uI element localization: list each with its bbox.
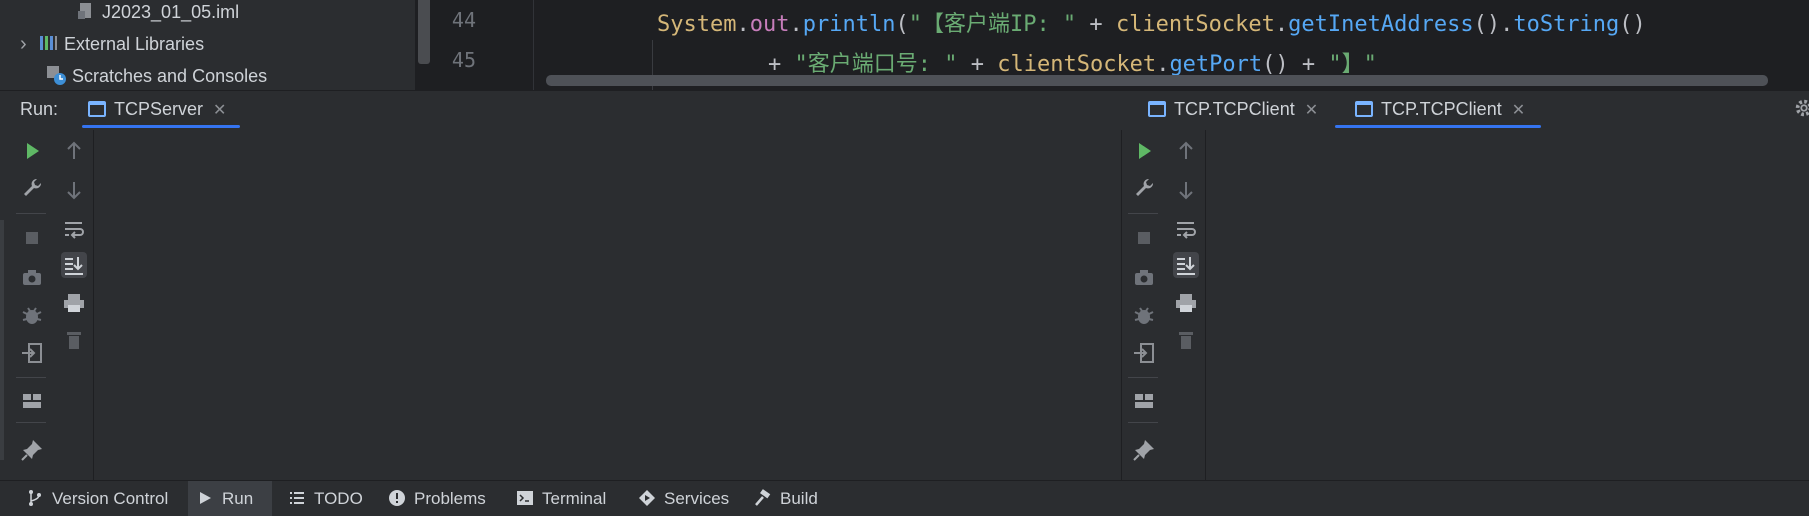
trash-icon[interactable] — [61, 327, 87, 353]
services-icon — [639, 490, 655, 506]
print-icon[interactable] — [1173, 290, 1199, 316]
build-hammer-icon — [755, 489, 771, 506]
line-number: 44 — [451, 8, 476, 32]
code-line-44: System.out.println("【客户端IP: " + clientSo… — [657, 12, 1646, 37]
toolbar-separator — [16, 213, 46, 214]
debug-bug-icon[interactable] — [19, 302, 45, 328]
trash-icon[interactable] — [1173, 327, 1199, 353]
scroll-to-end-icon[interactable] — [1173, 252, 1199, 278]
run-toolbar-secondary — [52, 130, 94, 480]
scratches-icon — [47, 66, 66, 85]
soft-wrap-icon[interactable] — [1173, 216, 1199, 242]
close-icon[interactable]: ✕ — [213, 100, 226, 120]
rerun-icon[interactable] — [19, 138, 45, 164]
settings-wrench-icon[interactable] — [19, 175, 45, 201]
close-icon[interactable]: ✕ — [1305, 100, 1318, 120]
tab-problems[interactable]: Problems — [380, 481, 494, 516]
vcs-icon — [29, 490, 41, 506]
run-toolbar-primary — [1122, 130, 1164, 480]
exit-icon[interactable] — [19, 340, 45, 366]
tree-item-label: J2023_01_05.iml — [102, 2, 240, 22]
console-icon — [1148, 101, 1166, 117]
run-pane-tcpserver — [0, 130, 1120, 480]
tree-item-scratches[interactable]: Scratches and Consoles — [46, 62, 267, 90]
line-number: 45 — [451, 48, 476, 72]
tab-label: Terminal — [542, 489, 607, 508]
down-arrow-icon[interactable] — [61, 177, 87, 203]
stop-icon[interactable] — [1131, 225, 1157, 251]
print-icon[interactable] — [61, 290, 87, 316]
toolbar-separator — [16, 422, 46, 423]
pin-icon[interactable] — [1131, 437, 1157, 463]
toolbar-separator — [1128, 377, 1158, 378]
tree-item-iml-file[interactable]: J2023_01_05.iml — [76, 0, 239, 26]
run-icon — [200, 492, 211, 504]
run-toolbar-secondary — [1164, 130, 1206, 480]
run-tool-window-header: Run: TCPServer ✕ TCP.TCPClient ✕ TCP.TCPCl… — [0, 90, 1809, 130]
bottom-tool-bar: Version Control Run TODO Problems Termin… — [0, 480, 1809, 516]
down-arrow-icon[interactable] — [1173, 177, 1199, 203]
tab-label: TCPServer — [114, 99, 204, 119]
scroll-to-end-icon[interactable] — [61, 252, 87, 278]
tab-tcpclient-1[interactable]: TCP.TCPClient ✕ — [1148, 91, 1318, 131]
console-output-tcpclient[interactable] — [1208, 130, 1809, 480]
todo-icon — [290, 492, 304, 504]
tab-todo[interactable]: TODO — [280, 481, 371, 516]
libraries-icon — [40, 36, 57, 50]
tree-item-label: Scratches and Consoles — [72, 66, 268, 86]
top-area: J2023_01_05.iml › External Libraries Scra… — [0, 0, 1809, 90]
rerun-icon[interactable] — [1131, 138, 1157, 164]
active-tab-indicator — [82, 125, 240, 128]
tree-item-external-libraries[interactable]: › External Libraries — [20, 30, 204, 58]
problems-icon — [389, 490, 405, 506]
toolbar-separator — [1128, 422, 1158, 423]
camera-icon[interactable] — [1131, 265, 1157, 291]
toolbar-separator — [1128, 213, 1158, 214]
tab-label: TODO — [314, 489, 363, 508]
layout-icon[interactable] — [1131, 388, 1157, 414]
side-tool-strip[interactable] — [0, 220, 4, 460]
tab-label: Version Control — [52, 489, 169, 508]
editor-gutter: 44 45 — [430, 0, 534, 90]
stop-icon[interactable] — [19, 225, 45, 251]
console-icon — [1355, 101, 1373, 117]
run-label: Run: — [20, 99, 59, 119]
terminal-icon — [517, 491, 533, 505]
close-icon[interactable]: ✕ — [1512, 100, 1525, 120]
toolbar-separator — [16, 377, 46, 378]
tab-services[interactable]: Services — [630, 481, 737, 516]
tab-label: Problems — [414, 489, 486, 508]
run-toolbar-primary — [10, 130, 52, 480]
tab-run[interactable]: Run — [188, 481, 272, 516]
up-arrow-icon[interactable] — [61, 138, 87, 164]
console-icon — [88, 101, 106, 117]
project-tree-scrollbar[interactable] — [418, 0, 430, 64]
tab-version-control[interactable]: Version Control — [18, 481, 176, 516]
tab-label: Run — [222, 489, 254, 508]
tab-label: Build — [780, 489, 818, 508]
console-output-tcpserver[interactable] — [95, 130, 1120, 480]
debug-bug-icon[interactable] — [1131, 302, 1157, 328]
pin-icon[interactable] — [19, 437, 45, 463]
tree-item-label: External Libraries — [64, 34, 205, 54]
camera-icon[interactable] — [19, 265, 45, 291]
tab-terminal[interactable]: Terminal — [508, 481, 614, 516]
code-line-45: + "客户端口号: " + clientSocket.getPort() + "… — [768, 52, 1377, 77]
settings-wrench-icon[interactable] — [1131, 175, 1157, 201]
up-arrow-icon[interactable] — [1173, 138, 1199, 164]
gear-icon[interactable] — [1793, 97, 1809, 119]
run-pane-tcpclient — [1121, 130, 1809, 480]
tab-build[interactable]: Build — [746, 481, 826, 516]
soft-wrap-icon[interactable] — [61, 216, 87, 242]
iml-file-icon — [78, 3, 91, 19]
expander-icon[interactable]: › — [20, 30, 38, 58]
tab-label: TCP.TCPClient — [1174, 99, 1295, 119]
tab-label: Services — [664, 489, 730, 508]
editor-horizontal-scrollbar[interactable] — [546, 75, 1768, 86]
layout-icon[interactable] — [19, 388, 45, 414]
active-tab-indicator — [1335, 125, 1541, 128]
project-tree: J2023_01_05.iml › External Libraries Scra… — [0, 0, 415, 90]
tab-label: TCP.TCPClient — [1381, 99, 1502, 119]
exit-icon[interactable] — [1131, 340, 1157, 366]
